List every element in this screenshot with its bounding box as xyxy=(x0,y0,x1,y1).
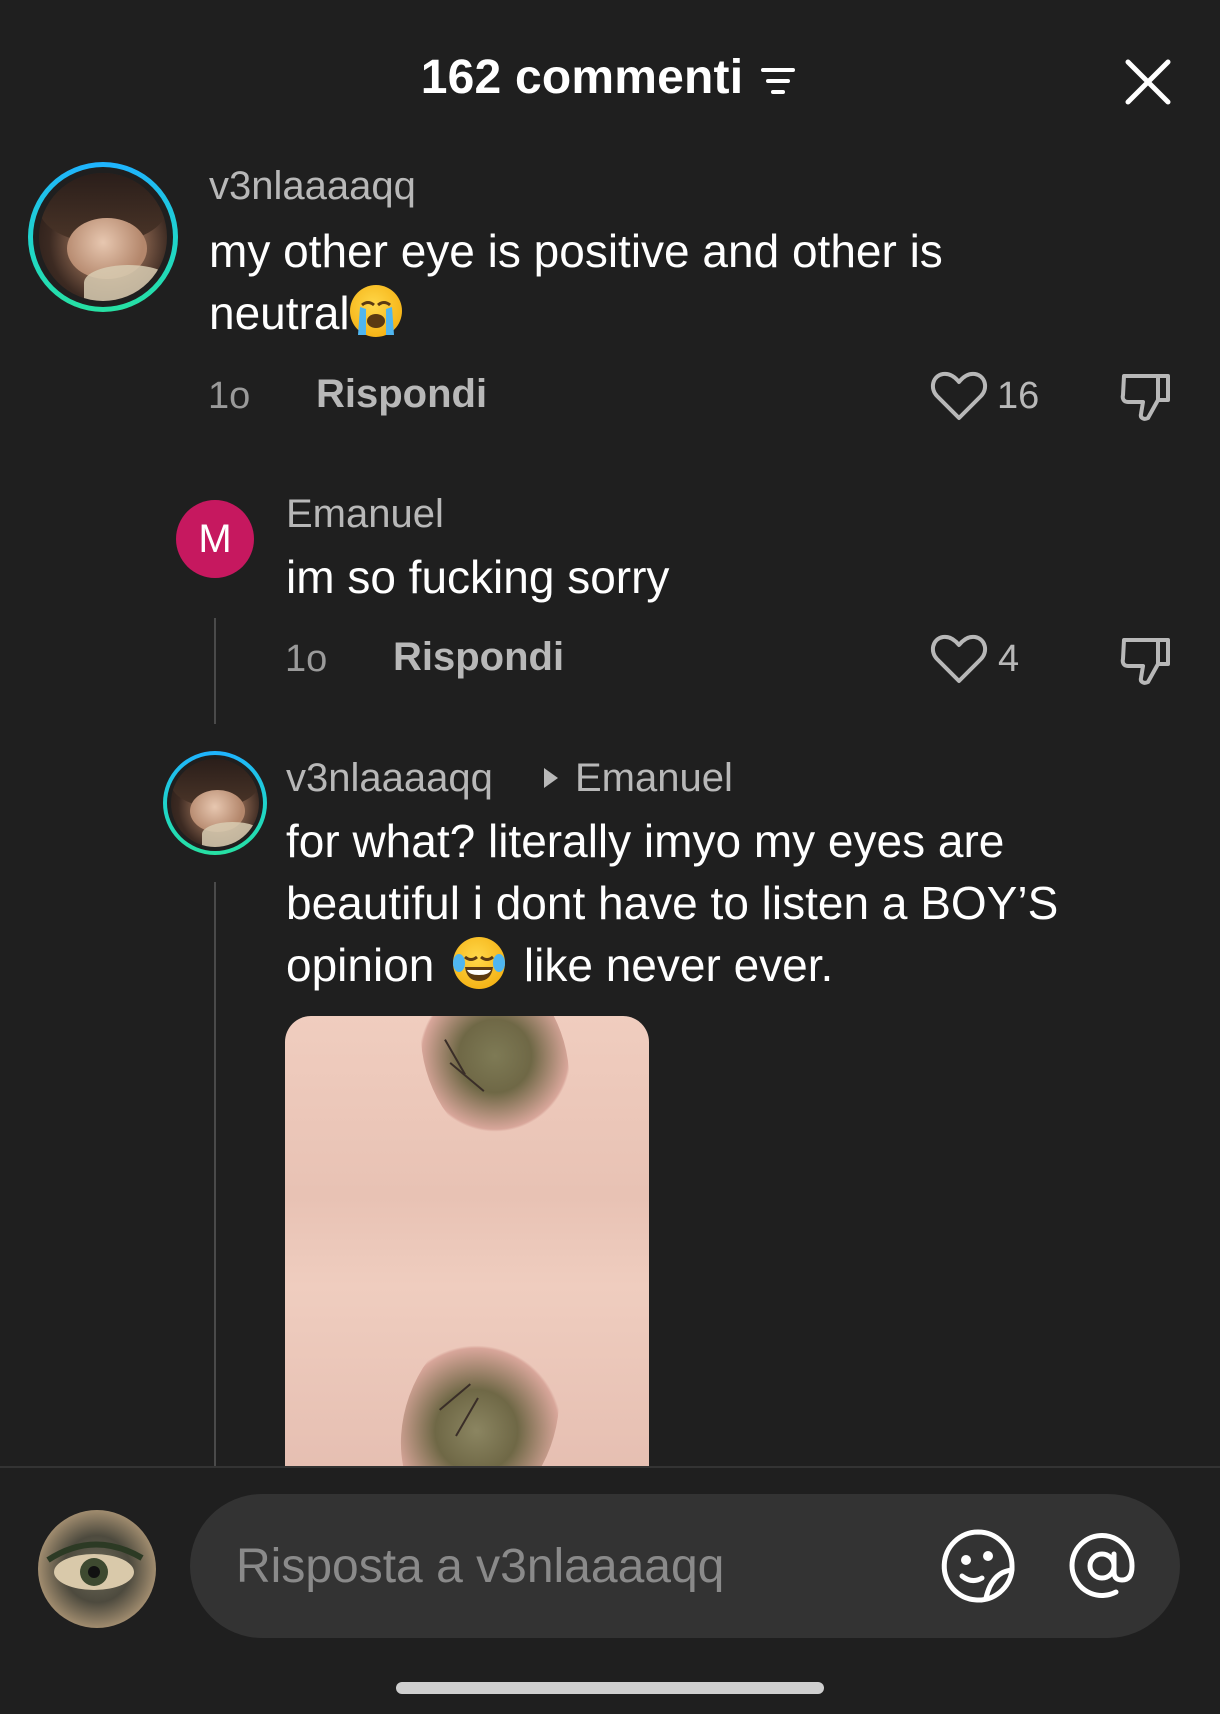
comments-sheet: 162 commenti v3nlaaaaqq my other eye is … xyxy=(0,0,1220,1714)
comment-text-line: for what? literally imyo my eyes are xyxy=(286,815,1005,867)
comment-text-line: neutral xyxy=(209,282,1149,344)
reply-button[interactable]: Rispondi xyxy=(393,635,564,680)
like-count: 16 xyxy=(997,375,1040,417)
loudly-crying-face-icon xyxy=(349,285,402,337)
comment-text-fragment: like never ever. xyxy=(523,939,834,991)
comment-text-fragment: opinion xyxy=(286,939,435,991)
heart-icon[interactable] xyxy=(930,633,988,685)
avatar[interactable] xyxy=(163,751,267,855)
close-icon[interactable] xyxy=(1118,52,1178,112)
comment-text: my other eye is positive and other is ne… xyxy=(209,220,1149,344)
thread-line xyxy=(214,618,216,724)
comment-timestamp: 1o xyxy=(285,638,328,680)
face-with-tears-of-joy-icon xyxy=(453,937,506,989)
comment-text: im so fucking sorry xyxy=(286,551,670,603)
avatar-letter: M xyxy=(198,516,232,561)
comment-text-line: my other eye is positive and other is xyxy=(209,225,943,277)
attached-eye-photo[interactable] xyxy=(285,1016,649,1466)
header-title-wrap: 162 commenti xyxy=(0,50,1220,105)
comment-username[interactable]: Emanuel xyxy=(286,492,444,537)
comment-text-line: beautiful i dont have to listen a BOY’S xyxy=(286,877,1059,929)
filter-icon[interactable] xyxy=(759,64,799,98)
avatar[interactable]: M xyxy=(176,500,254,578)
reply-to-arrow-icon xyxy=(544,768,558,788)
reply-to-username[interactable]: Emanuel xyxy=(575,756,733,801)
comment-text: for what? literally imyo my eyes are bea… xyxy=(286,810,1186,996)
like-count: 4 xyxy=(998,638,1020,680)
eye-image-detail xyxy=(395,1016,595,1174)
dislike-icon[interactable] xyxy=(1118,368,1176,426)
sticker-emoji-icon[interactable] xyxy=(940,1528,1016,1604)
comment-text-line: opinion like never ever. xyxy=(286,934,1186,996)
comments-count-title: 162 commenti xyxy=(420,51,744,104)
comment-text-fragment: neutral xyxy=(209,287,350,339)
dislike-icon[interactable] xyxy=(1118,632,1176,690)
eye-image-detail xyxy=(373,1296,587,1466)
thread-line xyxy=(214,882,216,1466)
heart-icon[interactable] xyxy=(930,370,988,422)
reply-field xyxy=(190,1494,1180,1638)
mention-icon[interactable] xyxy=(1064,1528,1140,1604)
reply-input[interactable] xyxy=(236,1534,896,1598)
comments-header: 162 commenti xyxy=(0,0,1220,160)
comment-username[interactable]: v3nlaaaaqq xyxy=(209,164,416,209)
my-avatar[interactable] xyxy=(38,1510,156,1628)
avatar[interactable] xyxy=(28,162,178,312)
comment-composer xyxy=(0,1468,1220,1714)
comment-timestamp: 1o xyxy=(208,375,251,417)
reply-button[interactable]: Rispondi xyxy=(316,372,487,417)
comment-username[interactable]: v3nlaaaaqq xyxy=(286,756,493,801)
home-indicator xyxy=(396,1682,824,1694)
